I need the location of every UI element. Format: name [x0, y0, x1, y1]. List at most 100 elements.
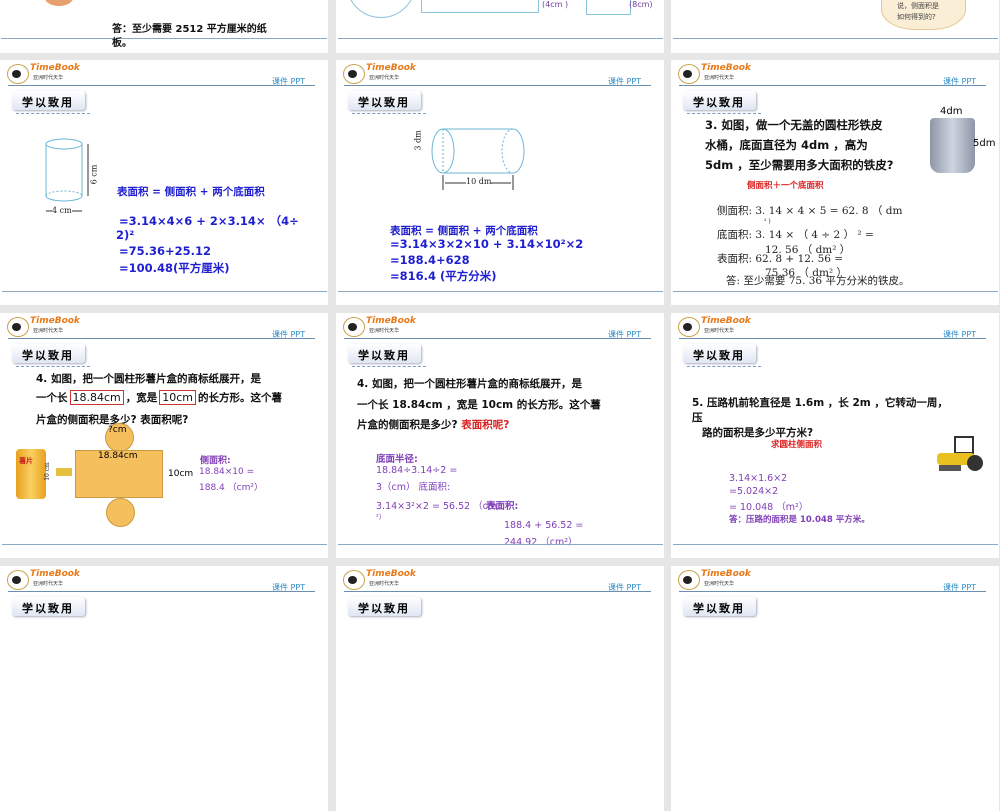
answer-text: 答: 至少需要 75. 36 平方分米的铁皮。	[726, 275, 910, 287]
text: ，宽是	[125, 392, 158, 404]
text: 片盒的侧面积是多少?	[357, 419, 458, 431]
rectangle-shape	[421, 0, 539, 13]
section-badge: 学以致用	[683, 344, 756, 363]
width-label: 4 cm	[52, 206, 72, 215]
calc-line: 3.14×3²×2 = 56.52 （cm	[376, 501, 498, 512]
question-line: 一个长 18.84cm ，宽是 10cm 的长方形。这个薯	[36, 390, 282, 405]
header-line	[344, 85, 651, 86]
header-line	[8, 85, 315, 86]
side-label: 10cm	[168, 469, 194, 479]
calc-line: =5.024×2	[729, 486, 779, 497]
calc-line: 18.84÷3.14÷2 =	[376, 465, 458, 476]
footer-line	[338, 38, 663, 39]
brand-sub: 亚洲时代天华	[33, 75, 64, 81]
footer-line	[1, 38, 327, 39]
calc-line: 188.4 + 56.52 =	[504, 520, 584, 531]
formula-line: =100.48(平方厘米)	[119, 261, 230, 275]
header-line	[679, 85, 986, 86]
dashed-divider	[687, 113, 761, 114]
timebook-logo-icon	[7, 317, 29, 337]
hint-text: 侧面积＋一个底面积	[747, 181, 824, 191]
highlight-length: 18.84cm	[69, 390, 124, 405]
slide-thumbnail-1[interactable]: 答：至少需要 2512 平方厘米的纸 板。	[0, 0, 328, 53]
question-line: 片盒的侧面积是多少? 表面积呢?	[357, 417, 509, 432]
bubble-text: 如何得到的?	[897, 13, 936, 21]
slide-thumbnail-2[interactable]: (4cm ) (8cm)	[336, 0, 664, 53]
rect-label: 18.84cm	[98, 451, 138, 461]
height-label: 6 cm	[89, 164, 99, 185]
timebook-logo-icon	[678, 570, 700, 590]
timebook-logo-icon	[7, 64, 29, 84]
brand-name: TimeBook	[701, 569, 751, 579]
dashed-divider	[16, 366, 90, 367]
question-line: 5dm ，至少需要用多大面积的铁皮?	[705, 158, 894, 172]
footer-line	[2, 544, 327, 545]
diameter-label: 4dm	[940, 106, 963, 117]
calc-line: ² )	[764, 218, 771, 225]
question-line: 3. 如图，做一个无盖的圆柱形铁皮	[705, 118, 883, 132]
header-line	[679, 591, 986, 592]
calc-line: 表面积: 62. 8 + 12. 56 =	[717, 253, 844, 265]
brand-name: TimeBook	[366, 63, 416, 73]
formula-text: 表面积 = 侧面积 + 两个底面积	[390, 225, 538, 237]
section-badge: 学以致用	[348, 91, 421, 110]
question-line: 压	[692, 412, 703, 424]
calc-line: 3.14×1.6×2	[729, 473, 788, 484]
slide-thumbnail-8[interactable]: TimeBook 亚洲时代天华 课件 PPT 学以致用 4. 如图，把一个圆柱形薯…	[336, 313, 664, 558]
bubble-text: 说，侧面积是	[897, 2, 939, 10]
answer-text: 答：至少需要 2512 平方厘米的纸	[112, 24, 267, 35]
radius-label: 3 dm	[413, 130, 423, 151]
can-height-label: 10 cm	[43, 462, 51, 481]
formula-line: =816.4 (平方分米)	[390, 269, 497, 283]
calc-line: ²）	[376, 513, 386, 521]
brand-name: TimeBook	[366, 569, 416, 579]
formula-line: =188.4+628	[390, 253, 470, 267]
question-line: 4. 如图，把一个圆柱形薯片盒的商标纸展开，是	[357, 378, 582, 390]
answer-text: 答：压路的面积是 10.048 平方米。	[729, 515, 870, 525]
can-label: 薯片	[19, 457, 33, 465]
question-line: 5. 压路机前轮直径是 1.6m ，长 2m ，它转动一周，	[692, 397, 948, 409]
formula-line: 2)²	[116, 228, 135, 242]
formula-text: 表面积 = 侧面积 + 两个底面积	[117, 186, 265, 198]
slide-thumbnail-7[interactable]: TimeBook 亚洲时代天华 课件 PPT 学以致用 4. 如图，把一个圆柱形薯…	[0, 313, 328, 558]
calc-line: 188.4 （cm²）	[199, 483, 263, 493]
bucket-image	[930, 118, 975, 173]
formula-line: =3.14×4×6 + 2×3.14× （4÷	[119, 214, 299, 228]
calc-line: = 10.048 （m²）	[729, 502, 809, 513]
question-line: 4. 如图，把一个圆柱形薯片盒的商标纸展开，是	[36, 373, 261, 385]
brand-sub: 亚洲时代天华	[369, 581, 400, 587]
slide-thumbnail-9[interactable]: TimeBook 亚洲时代天华 课件 PPT 学以致用 5. 压路机前轮直径是 1…	[671, 313, 999, 558]
timebook-logo-icon	[678, 317, 700, 337]
formula-line: =75.36+25.12	[119, 244, 212, 258]
slide-thumbnail-12[interactable]: TimeBook 亚洲时代天华 课件 PPT 学以致用	[671, 566, 999, 811]
timebook-logo-icon	[7, 570, 29, 590]
brand-name: TimeBook	[701, 63, 751, 73]
brand-name: TimeBook	[30, 569, 80, 579]
brand-sub: 亚洲时代天华	[369, 75, 400, 81]
header-line	[679, 338, 986, 339]
header-line	[8, 591, 315, 592]
dimension-label: (8cm)	[629, 0, 653, 9]
slide-thumbnail-4[interactable]: TimeBook 亚洲时代天华 课件 PPT 学以致用 6 cm 4 cm 表面积…	[0, 60, 328, 305]
brand-sub: 亚洲时代天华	[704, 581, 735, 587]
brand-name: TimeBook	[30, 316, 80, 326]
section-badge: 学以致用	[12, 91, 85, 110]
slide-thumbnail-6[interactable]: TimeBook 亚洲时代天华 课件 PPT 学以致用 3. 如图，做一个无盖的圆…	[671, 60, 999, 305]
slide-thumbnail-5[interactable]: TimeBook 亚洲时代天华 课件 PPT 学以致用 3 dm 10 dm 表面…	[336, 60, 664, 305]
dimension-label: (4cm )	[542, 0, 569, 9]
footer-line	[338, 544, 663, 545]
footer-line	[673, 38, 998, 39]
slide-thumbnail-3[interactable]: 说，侧面积是 如何得到的?	[671, 0, 999, 53]
slide-thumbnail-11[interactable]: TimeBook 亚洲时代天华 课件 PPT 学以致用	[336, 566, 664, 811]
dashed-divider	[352, 366, 426, 367]
highlight-width: 10cm	[159, 390, 197, 405]
road-roller-image	[937, 436, 983, 471]
slide-thumbnail-10[interactable]: TimeBook 亚洲时代天华 课件 PPT 学以致用	[0, 566, 328, 811]
calc-line: 侧面积:	[200, 456, 231, 466]
bottom-circle	[106, 498, 135, 527]
circle-shape	[346, 0, 416, 18]
brand-sub: 亚洲时代天华	[704, 75, 735, 81]
brand-sub: 亚洲时代天华	[369, 328, 400, 334]
calc-line: 表面积:	[486, 501, 519, 512]
footer-line	[2, 291, 327, 292]
